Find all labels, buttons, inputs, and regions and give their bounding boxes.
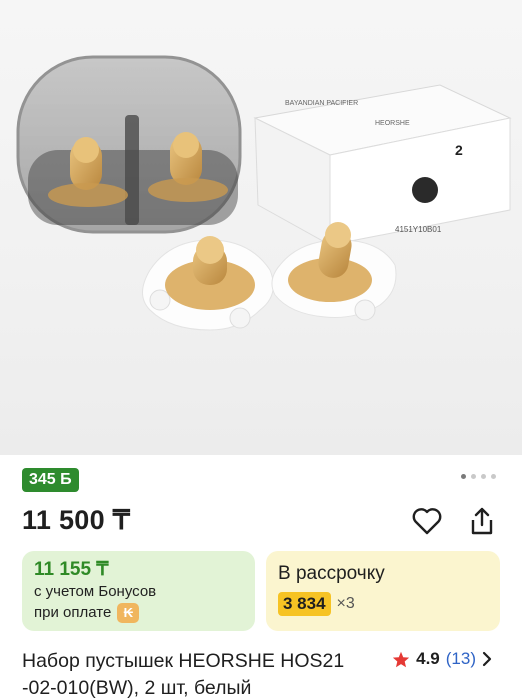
product-photo[interactable]: 2 4151Y10B01 HEORSHE BAYANDIAN PACIFIER <box>0 0 522 455</box>
product-title: Набор пустышек HEORSHE HOS21 -02-010(BW)… <box>22 650 345 699</box>
box-top-label: BAYANDIAN PACIFIER <box>285 100 358 107</box>
carousel-indicator[interactable] <box>461 474 496 479</box>
bonus-coin-icon: ₭ <box>117 602 140 623</box>
product-rating[interactable]: 4.9 (13) <box>392 649 492 669</box>
product-price: 11 500 ₸ <box>22 505 131 535</box>
reviews-count-link[interactable]: (13) <box>446 649 476 669</box>
bonus-points-badge: 345 Б <box>22 468 79 492</box>
bonus-description-line2: при оплате <box>34 604 112 621</box>
star-icon <box>392 651 410 667</box>
carousel-dot[interactable] <box>491 474 496 479</box>
installment-amount: 3 834 <box>278 592 331 616</box>
carousel-dot[interactable] <box>461 474 466 479</box>
share-icon <box>471 507 493 535</box>
bonus-description-line1: с учетом Бонусов <box>34 583 157 600</box>
installment-card[interactable]: В рассрочку 3 834 ×3 <box>266 551 500 631</box>
box-count-label: 2 <box>455 142 463 158</box>
bonus-price: 11 155 ₸ <box>34 559 109 580</box>
rating-value: 4.9 <box>416 649 440 668</box>
chevron-right-icon[interactable] <box>482 651 492 667</box>
favorite-button[interactable] <box>410 504 444 538</box>
installment-multiplier: ×3 <box>336 595 355 612</box>
carousel-dot[interactable] <box>471 474 476 479</box>
carousel-dot[interactable] <box>481 474 486 479</box>
box-barcode-label: 4151Y10B01 <box>395 225 442 234</box>
bonus-price-card[interactable]: 11 155 ₸ с учетом Бонусов при оплате ₭ <box>22 551 255 631</box>
box-brand-label: HEORSHE <box>375 120 410 127</box>
heart-outline-icon <box>412 508 442 535</box>
share-button[interactable] <box>465 504 499 538</box>
installment-title: В рассрочку <box>278 563 385 584</box>
product-illustration: 2 4151Y10B01 HEORSHE BAYANDIAN PACIFIER <box>16 55 512 331</box>
